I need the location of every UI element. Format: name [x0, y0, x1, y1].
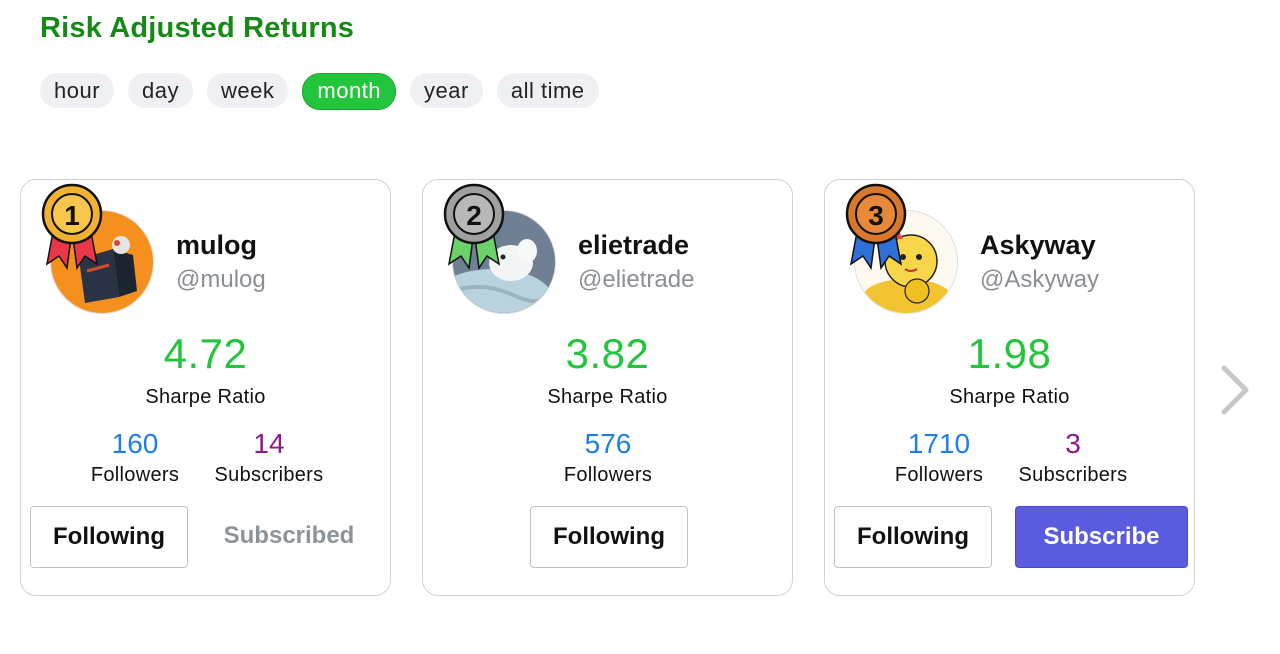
- followers-stat: 160 Followers: [79, 428, 191, 487]
- subscribers-count: 3: [1065, 428, 1081, 459]
- followers-count: 1710: [907, 428, 971, 459]
- sharpe-ratio-value: 4.72: [163, 330, 248, 377]
- sharpe-ratio-label: Sharpe Ratio: [547, 386, 668, 408]
- sharpe-ratio-value: 3.82: [565, 330, 650, 377]
- followers-label: Followers: [90, 464, 180, 486]
- period-tab-hour[interactable]: hour: [40, 73, 115, 108]
- period-tab-all-time[interactable]: all time: [496, 73, 599, 108]
- trader-handle: @Askyway: [980, 266, 1100, 293]
- followers-count: 576: [584, 428, 632, 459]
- trader-name[interactable]: mulog: [176, 230, 257, 261]
- trader-handle: @elietrade: [578, 266, 695, 293]
- trader-card-3: 3 Askyway @Askyway 1.98 Sharpe Ratio 171…: [824, 179, 1195, 596]
- medal-rank: 2: [466, 200, 482, 231]
- trader-handle: @mulog: [176, 266, 266, 293]
- trader-card-1: 1 mulog @mulog 4.72 Sharpe Ratio 160 Fol…: [20, 179, 391, 596]
- trader-name[interactable]: Askyway: [980, 230, 1096, 261]
- period-tab-year[interactable]: year: [410, 73, 483, 108]
- followers-count: 160: [111, 428, 159, 459]
- period-filter: hour day week month year all time: [40, 73, 599, 110]
- subscribers-stat: 3 Subscribers: [1011, 428, 1135, 487]
- period-tab-month[interactable]: month: [302, 73, 397, 110]
- period-tab-day[interactable]: day: [128, 73, 194, 108]
- subscribe-button[interactable]: Subscribe: [1015, 506, 1188, 568]
- medal-rank: 1: [64, 200, 80, 231]
- followers-label: Followers: [894, 464, 984, 486]
- trader-card-2: 2 elietrade @elietrade 3.82 Sharpe Ratio…: [422, 179, 793, 596]
- chevron-right-icon[interactable]: [1220, 364, 1250, 416]
- followers-label: Followers: [563, 464, 653, 486]
- subscribers-label: Subscribers: [1018, 464, 1128, 486]
- gold-medal-icon: 1: [41, 183, 103, 271]
- subscribed-button[interactable]: Subscribed: [214, 506, 364, 568]
- sharpe-ratio-label: Sharpe Ratio: [145, 386, 266, 408]
- sharpe-ratio-value: 1.98: [967, 330, 1052, 377]
- following-button[interactable]: Following: [30, 506, 188, 568]
- subscribers-count: 14: [253, 428, 285, 459]
- following-button[interactable]: Following: [834, 506, 992, 568]
- trader-name[interactable]: elietrade: [578, 230, 689, 261]
- silver-medal-icon: 2: [443, 183, 505, 271]
- page-title: Risk Adjusted Returns: [40, 12, 355, 44]
- bronze-medal-icon: 3: [845, 183, 907, 271]
- subscribers-stat: 14 Subscribers: [207, 428, 331, 487]
- period-tab-week[interactable]: week: [207, 73, 289, 108]
- followers-stat: 576 Followers: [547, 428, 669, 487]
- medal-rank: 3: [868, 200, 884, 231]
- subscribers-label: Subscribers: [214, 464, 324, 486]
- sharpe-ratio-label: Sharpe Ratio: [949, 386, 1070, 408]
- followers-stat: 1710 Followers: [883, 428, 995, 487]
- following-button[interactable]: Following: [530, 506, 688, 568]
